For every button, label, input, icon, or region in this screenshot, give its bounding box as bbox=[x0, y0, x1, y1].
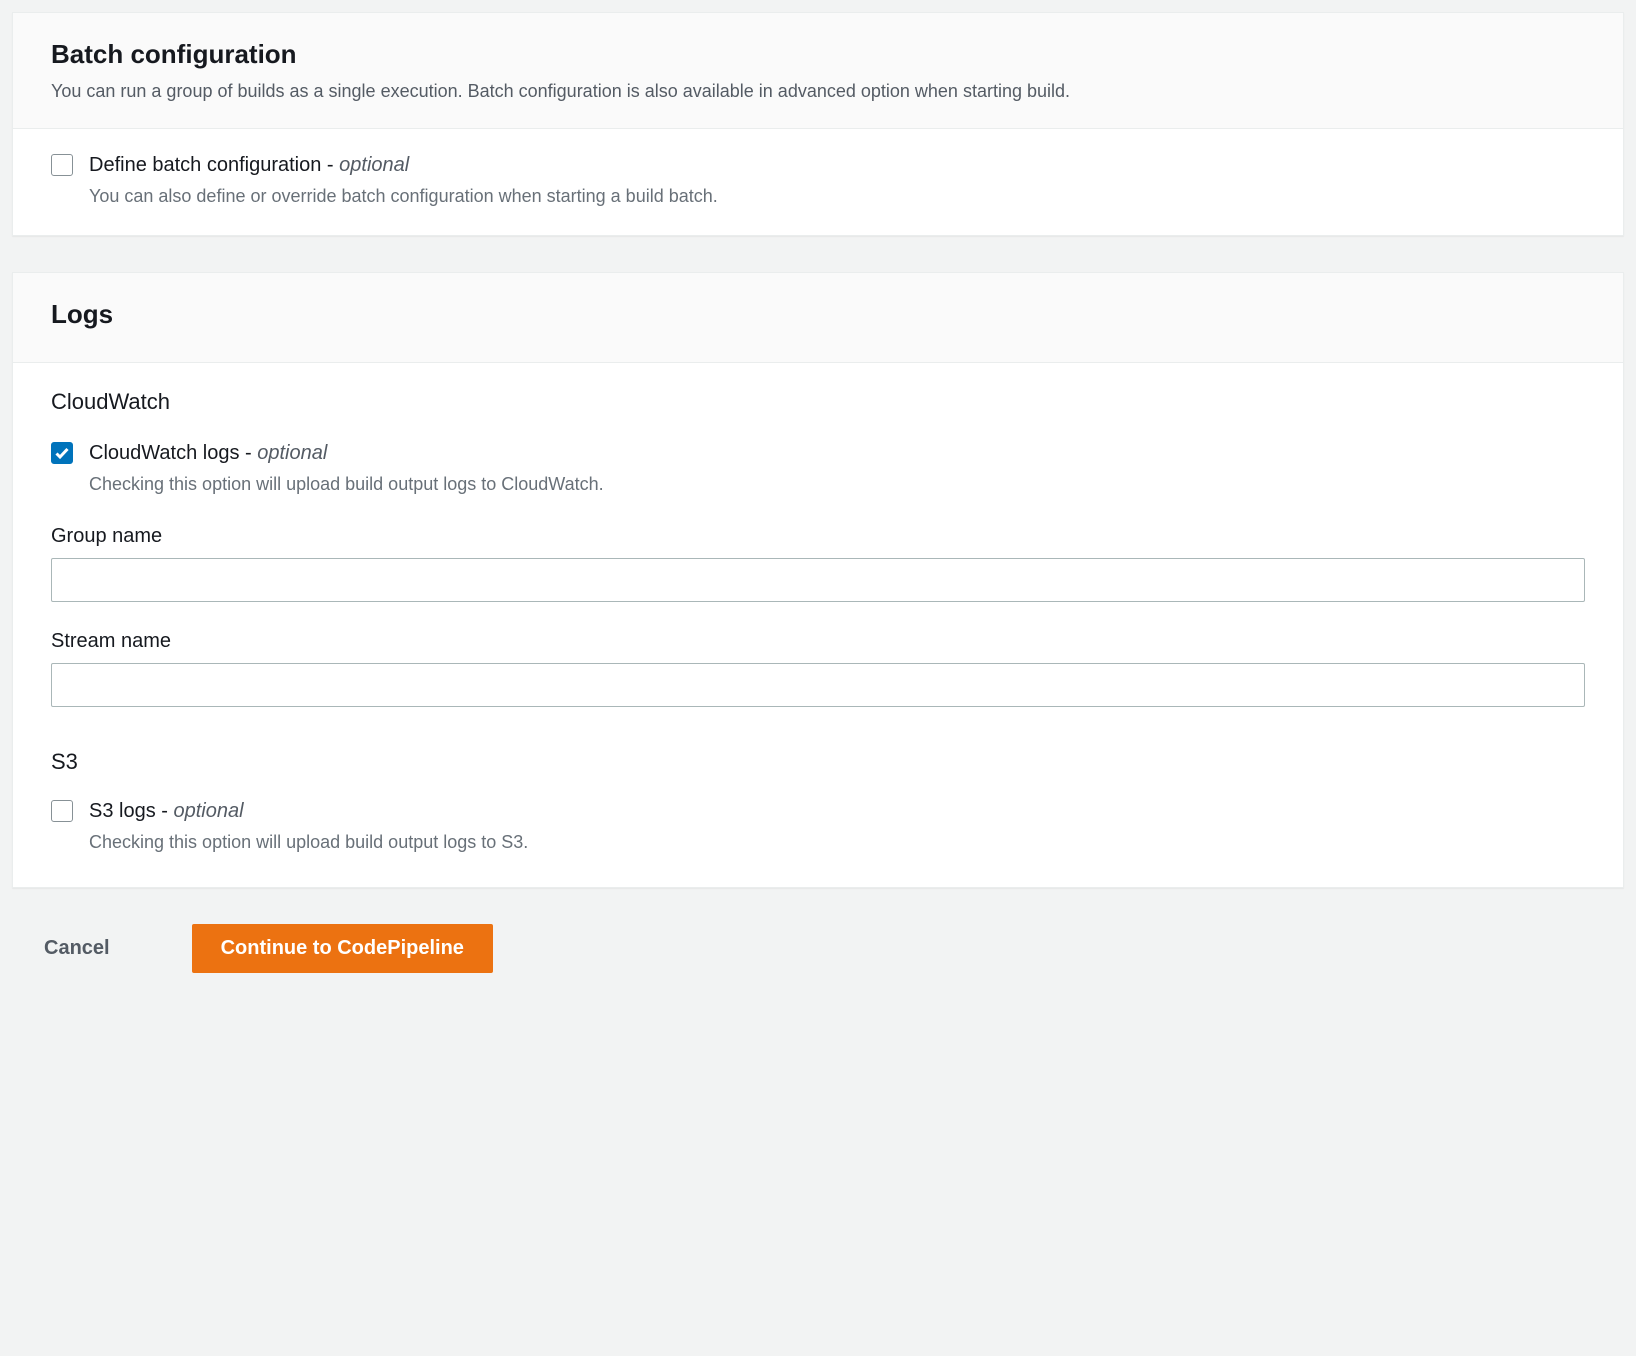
footer-actions: Cancel Continue to CodePipeline bbox=[12, 924, 1624, 973]
cloudwatch-heading: CloudWatch bbox=[51, 389, 1585, 415]
stream-name-label: Stream name bbox=[51, 630, 1585, 653]
define-batch-checkbox[interactable] bbox=[51, 154, 73, 176]
logs-panel-body: CloudWatch CloudWatch logs - optional Ch… bbox=[13, 363, 1623, 887]
define-batch-text: Define batch configuration - optional Yo… bbox=[89, 151, 1585, 209]
group-name-label: Group name bbox=[51, 525, 1585, 548]
define-batch-desc: You can also define or override batch co… bbox=[89, 183, 1585, 209]
s3-heading: S3 bbox=[51, 749, 1585, 775]
batch-panel-body: Define batch configuration - optional Yo… bbox=[13, 129, 1623, 235]
s3-logs-checkbox[interactable] bbox=[51, 800, 73, 822]
group-name-input[interactable] bbox=[51, 558, 1585, 602]
cloudwatch-logs-row: CloudWatch logs - optional Checking this… bbox=[51, 439, 1585, 497]
stream-name-field: Stream name bbox=[51, 630, 1585, 707]
cloudwatch-logs-text: CloudWatch logs - optional Checking this… bbox=[89, 439, 1585, 497]
s3-logs-row: S3 logs - optional Checking this option … bbox=[51, 797, 1585, 855]
logs-panel: Logs CloudWatch CloudWatch logs - option… bbox=[12, 272, 1624, 888]
stream-name-input[interactable] bbox=[51, 663, 1585, 707]
checkmark-icon bbox=[54, 445, 70, 461]
cloudwatch-logs-label: CloudWatch logs - optional bbox=[89, 439, 1585, 467]
cancel-button[interactable]: Cancel bbox=[40, 925, 114, 972]
continue-button[interactable]: Continue to CodePipeline bbox=[192, 924, 493, 973]
cloudwatch-logs-checkbox[interactable] bbox=[51, 442, 73, 464]
cloudwatch-logs-desc: Checking this option will upload build o… bbox=[89, 471, 1585, 497]
logs-panel-header: Logs bbox=[13, 273, 1623, 363]
batch-configuration-panel: Batch configuration You can run a group … bbox=[12, 12, 1624, 236]
define-batch-label: Define batch configuration - optional bbox=[89, 151, 1585, 179]
s3-logs-desc: Checking this option will upload build o… bbox=[89, 829, 1585, 855]
batch-title: Batch configuration bbox=[51, 39, 1585, 70]
group-name-field: Group name bbox=[51, 525, 1585, 602]
batch-panel-header: Batch configuration You can run a group … bbox=[13, 13, 1623, 129]
batch-description: You can run a group of builds as a singl… bbox=[51, 78, 1585, 104]
logs-title: Logs bbox=[51, 299, 1585, 330]
define-batch-row: Define batch configuration - optional Yo… bbox=[51, 151, 1585, 209]
s3-logs-label: S3 logs - optional bbox=[89, 797, 1585, 825]
s3-logs-text: S3 logs - optional Checking this option … bbox=[89, 797, 1585, 855]
